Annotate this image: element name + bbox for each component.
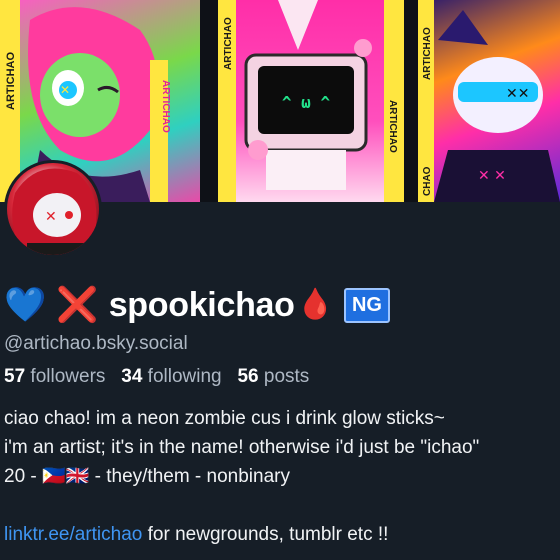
display-name: spookichao xyxy=(108,285,295,324)
posts-stat: 56 posts xyxy=(237,366,309,387)
bio-line: ciao chao! im a neon zombie cus i drink … xyxy=(4,408,445,429)
bio-link-line: linktr.ee/artichao for newgrounds, tumbl… xyxy=(4,520,560,549)
svg-text:✕: ✕ xyxy=(60,83,70,97)
followers-label: followers xyxy=(30,366,106,387)
tv-illustration: ARTICHAO ARTICHAO ^ ω ^ xyxy=(218,0,404,202)
bio-line: 20 - 🇵🇭🇬🇧 - they/them - nonbinary xyxy=(4,466,290,487)
followers-count: 57 xyxy=(4,366,26,387)
cat-illustration: ARTICHAO CHAO ✕✕ ✕ ✕ xyxy=(418,0,560,202)
avatar[interactable]: ✕ xyxy=(4,160,102,258)
svg-text:✕ ✕: ✕ ✕ xyxy=(478,168,506,184)
art-label: ARTICHAO xyxy=(223,17,234,70)
art-label: CHAO xyxy=(422,166,433,196)
followers-link[interactable]: 57 followers xyxy=(4,366,111,387)
banner-artwork-cat: ARTICHAO CHAO ✕✕ ✕ ✕ xyxy=(418,0,560,202)
following-count: 34 xyxy=(121,366,143,387)
profile-handle: @artichao.bsky.social xyxy=(4,333,188,354)
bio-line xyxy=(4,491,560,520)
profile-bio: ciao chao! im a neon zombie cus i drink … xyxy=(4,404,560,549)
posts-label: posts xyxy=(263,366,310,387)
art-label: ARTICHAO xyxy=(387,100,398,153)
following-label: following xyxy=(147,366,222,387)
blue-heart-icon: 💙 xyxy=(4,285,47,325)
cross-mark-icon: ❌ xyxy=(56,285,99,325)
art-label: ARTICHAO xyxy=(422,27,433,80)
following-link[interactable]: 34 following xyxy=(121,366,227,387)
avatar-illustration: ✕ xyxy=(12,168,97,255)
posts-count: 56 xyxy=(237,366,259,387)
art-label: ARTICHAO xyxy=(5,52,17,110)
tv-face: ^ ω ^ xyxy=(282,93,331,112)
display-name-row: 💙 ❌ spookichao 🩸 NG xyxy=(4,283,390,327)
svg-text:✕: ✕ xyxy=(45,209,57,225)
svg-text:✕✕: ✕✕ xyxy=(506,86,529,102)
bio-link-suffix: for newgrounds, tumblr etc !! xyxy=(142,524,389,545)
banner-artwork-tv: ARTICHAO ARTICHAO ^ ω ^ xyxy=(218,0,404,202)
profile-stats: 57 followers 34 following 56 posts xyxy=(4,366,309,388)
art-label: ARTICHAO xyxy=(160,80,171,133)
linktree-link[interactable]: linktr.ee/artichao xyxy=(4,524,142,545)
blood-drop-icon: 🩸 xyxy=(296,287,334,322)
bio-line: i'm an artist; it's in the name! otherwi… xyxy=(4,437,480,458)
ng-badge: NG xyxy=(343,287,390,323)
